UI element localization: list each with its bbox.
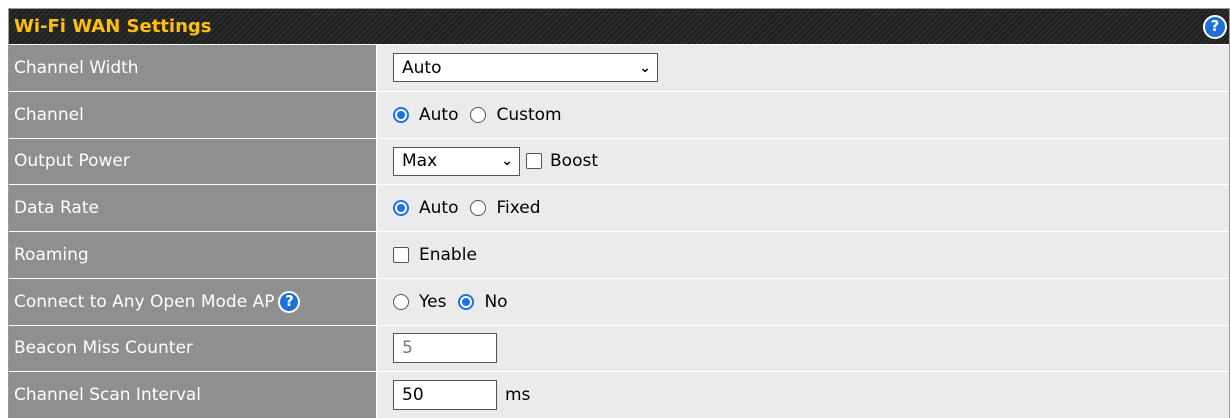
channel-custom-radio[interactable] xyxy=(470,106,487,123)
open-mode-no-label: No xyxy=(484,291,508,312)
channel-custom-label: Custom xyxy=(496,104,562,125)
data-rate-auto-label: Auto xyxy=(419,198,459,219)
row-beacon-miss: Beacon Miss Counter 5 xyxy=(9,324,1229,372)
row-channel: Channel Auto Custom xyxy=(9,90,1229,138)
row-data-rate: Data Rate Auto Fixed xyxy=(9,184,1229,231)
data-rate-label: Data Rate xyxy=(9,185,377,231)
row-output-power: Output Power Max ⌄ Boost xyxy=(9,137,1229,185)
panel-title: Wi-Fi WAN Settings xyxy=(14,16,212,37)
beacon-miss-input[interactable]: 5 xyxy=(393,333,497,364)
boost-label: Boost xyxy=(550,151,598,172)
chevron-down-icon: ⌄ xyxy=(639,59,651,76)
row-scan-interval: Channel Scan Interval 50 ms xyxy=(9,371,1229,418)
panel-header: Wi-Fi WAN Settings ? xyxy=(9,9,1229,44)
scan-interval-input[interactable]: 50 xyxy=(393,380,497,411)
output-power-label: Output Power xyxy=(9,138,377,185)
row-open-mode-ap: Connect to Any Open Mode AP ? Yes No xyxy=(9,277,1229,325)
row-roaming: Roaming Enable xyxy=(9,231,1229,278)
channel-auto-radio[interactable] xyxy=(393,106,409,123)
chevron-down-icon: ⌄ xyxy=(501,153,513,170)
data-rate-auto-radio[interactable] xyxy=(393,200,409,217)
channel-width-select[interactable]: Auto ⌄ xyxy=(393,53,658,83)
open-mode-yes-radio[interactable] xyxy=(393,293,409,310)
output-power-value: Max xyxy=(402,151,438,172)
beacon-miss-label: Beacon Miss Counter xyxy=(9,325,377,372)
roaming-label: Roaming xyxy=(9,232,377,278)
channel-auto-label: Auto xyxy=(419,104,459,125)
scan-interval-unit: ms xyxy=(505,385,531,406)
channel-label: Channel xyxy=(9,91,377,138)
boost-checkbox[interactable] xyxy=(526,153,542,170)
question-circle-icon[interactable]: ? xyxy=(278,290,301,313)
open-mode-ap-label: Connect to Any Open Mode AP xyxy=(14,291,275,312)
wifi-wan-settings-panel: Wi-Fi WAN Settings ? Channel Width Auto … xyxy=(8,8,1230,418)
channel-width-label: Channel Width xyxy=(9,45,377,91)
row-channel-width: Channel Width Auto ⌄ xyxy=(9,44,1229,91)
roaming-enable-checkbox[interactable] xyxy=(393,246,409,263)
scan-interval-label: Channel Scan Interval xyxy=(9,372,377,418)
output-power-select[interactable]: Max ⌄ xyxy=(393,146,520,176)
data-rate-fixed-radio[interactable] xyxy=(470,200,487,217)
channel-width-value: Auto xyxy=(402,57,442,78)
data-rate-fixed-label: Fixed xyxy=(496,198,541,219)
question-circle-icon[interactable]: ? xyxy=(1203,14,1227,39)
roaming-enable-label: Enable xyxy=(419,244,477,265)
open-mode-yes-label: Yes xyxy=(419,291,447,312)
open-mode-no-radio[interactable] xyxy=(458,293,475,310)
